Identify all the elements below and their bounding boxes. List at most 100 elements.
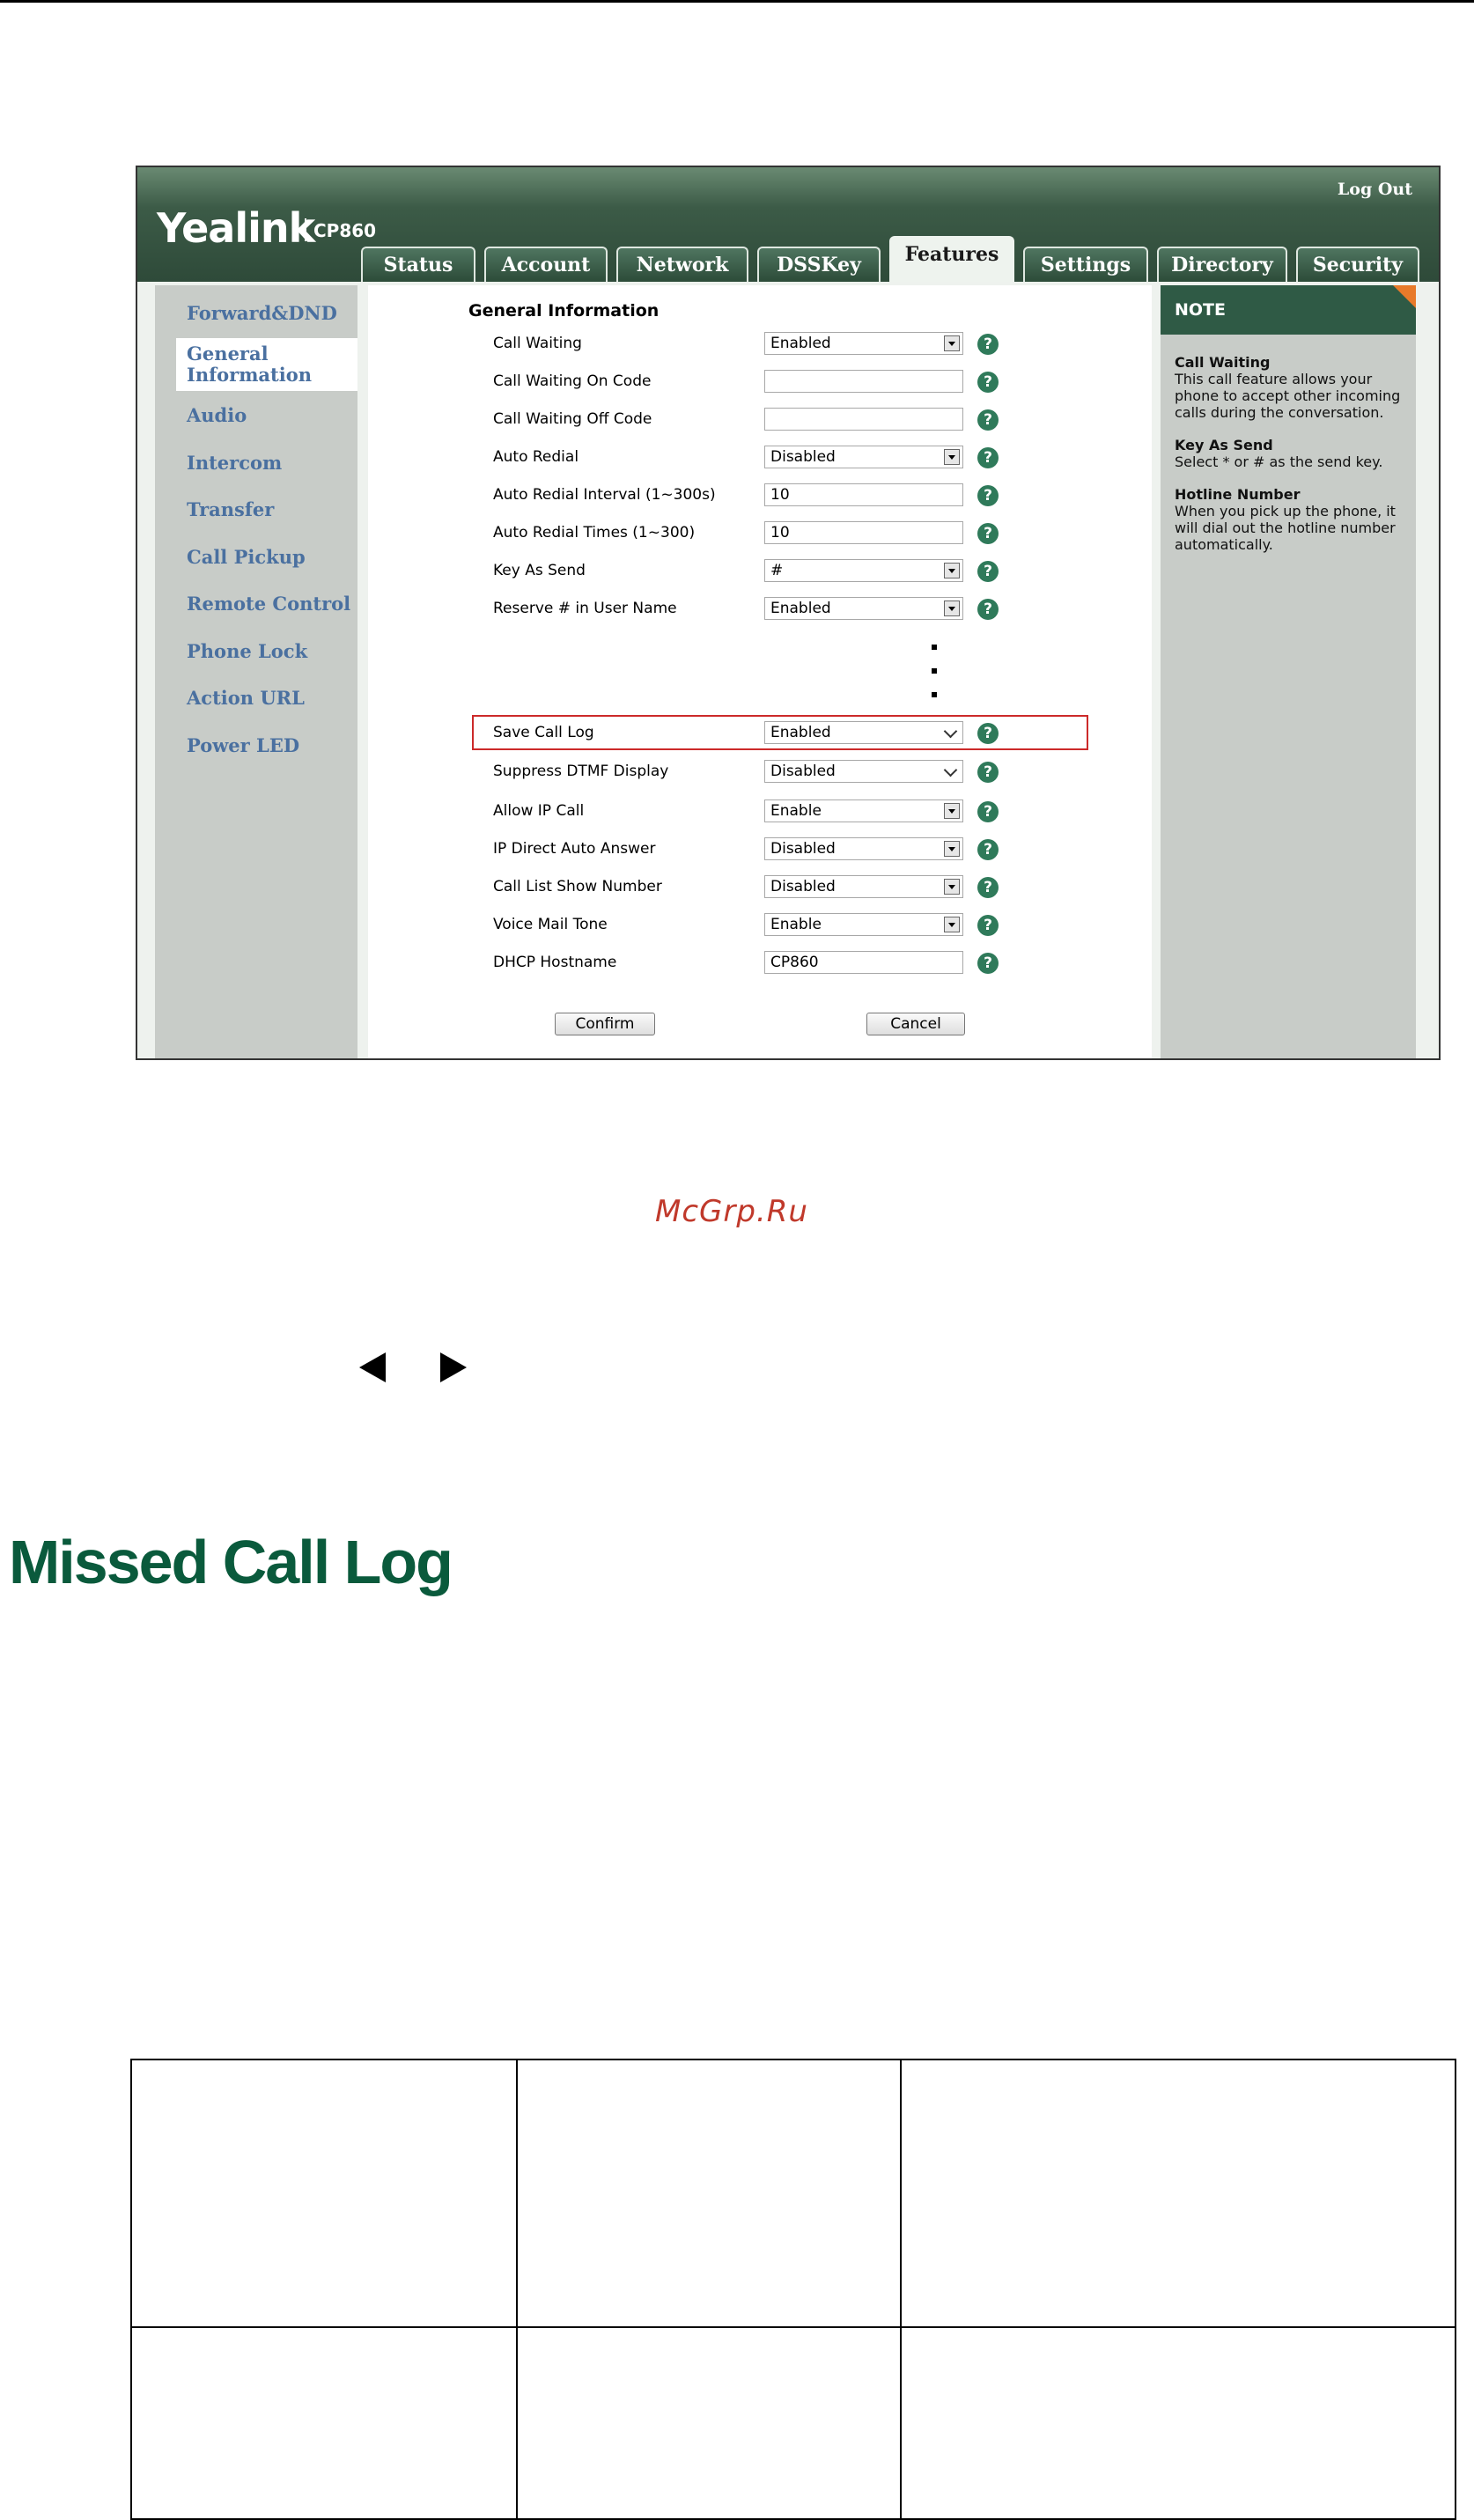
note-body: Call Waiting This call feature allows yo…: [1175, 354, 1412, 569]
sidebar: Forward&DND General Information Audio In…: [155, 285, 357, 1058]
call-waiting-on-code-input[interactable]: [764, 370, 963, 393]
table-row: [130, 2326, 1456, 2520]
allow-ip-call-select[interactable]: Enable: [764, 799, 963, 822]
reserve-hash-select[interactable]: Enabled: [764, 597, 963, 620]
sidebar-item-power-led[interactable]: Power LED: [187, 735, 363, 756]
vertical-ellipsis-icon: [932, 645, 939, 716]
row-label: Auto Redial: [493, 448, 579, 466]
web-ui-screenshot: Yealink CP860 Log Out Status Account Net…: [136, 166, 1441, 1060]
row-label: Save Call Log: [493, 724, 594, 741]
logout-link[interactable]: Log Out: [1338, 180, 1412, 199]
help-icon[interactable]: ?: [977, 723, 999, 744]
table-cell: [516, 2326, 902, 2520]
tab-network[interactable]: Network: [616, 247, 748, 282]
sidebar-item-audio[interactable]: Audio: [187, 405, 363, 426]
settings-content: General Information Call Waiting Enabled…: [368, 285, 1152, 1058]
auto-redial-times-input[interactable]: 10: [764, 521, 963, 544]
select-value: Disabled: [770, 840, 836, 858]
left-arrow-icon: [359, 1352, 386, 1382]
help-icon[interactable]: ?: [977, 762, 999, 783]
dropdown-arrow-icon: [944, 803, 960, 819]
confirm-button[interactable]: Confirm: [555, 1013, 655, 1035]
row-label: Allow IP Call: [493, 802, 585, 820]
sidebar-item-action-url[interactable]: Action URL: [187, 688, 363, 709]
page-top-rule: [0, 0, 1474, 3]
note-item-title: Key As Send: [1175, 437, 1273, 453]
call-list-show-number-select[interactable]: Disabled: [764, 875, 963, 898]
note-title: NOTE: [1161, 285, 1416, 335]
save-call-log-select[interactable]: Enabled: [764, 721, 963, 744]
row-label: Key As Send: [493, 562, 586, 579]
ip-direct-auto-answer-select[interactable]: Disabled: [764, 837, 963, 860]
dhcp-hostname-input[interactable]: CP860: [764, 951, 963, 974]
help-icon[interactable]: ?: [977, 523, 999, 544]
dropdown-arrow-icon: [944, 917, 960, 932]
row-label: Auto Redial Interval (1~300s): [493, 486, 716, 504]
row-label: DHCP Hostname: [493, 954, 617, 971]
note-item-text: Select * or # as the send key.: [1175, 453, 1383, 470]
voice-mail-tone-select[interactable]: Enable: [764, 913, 963, 936]
dropdown-arrow-icon: [944, 841, 960, 857]
note-corner-icon: [1393, 285, 1416, 308]
dropdown-arrow-icon: [944, 335, 960, 351]
auto-redial-interval-input[interactable]: 10: [764, 483, 963, 506]
watermark: McGrp.Ru: [655, 1194, 808, 1229]
select-value: Enabled: [770, 335, 831, 352]
table-cell: [130, 2059, 518, 2328]
help-icon[interactable]: ?: [977, 877, 999, 898]
table-cell: [516, 2059, 902, 2328]
sidebar-item-remote-control[interactable]: Remote Control: [187, 593, 363, 615]
help-icon[interactable]: ?: [977, 801, 999, 822]
note-panel: NOTE Call Waiting This call feature allo…: [1161, 285, 1416, 1058]
help-icon[interactable]: ?: [977, 485, 999, 506]
note-item-text: When you pick up the phone, it will dial…: [1175, 503, 1396, 553]
sidebar-item-phone-lock[interactable]: Phone Lock: [187, 641, 363, 662]
help-icon[interactable]: ?: [977, 915, 999, 936]
note-item-title: Hotline Number: [1175, 486, 1301, 503]
chevron-down-icon: [943, 724, 958, 739]
help-icon[interactable]: ?: [977, 839, 999, 860]
key-as-send-select[interactable]: #: [764, 559, 963, 582]
help-icon[interactable]: ?: [977, 561, 999, 582]
help-icon[interactable]: ?: [977, 372, 999, 393]
sidebar-item-transfer[interactable]: Transfer: [187, 499, 363, 520]
row-label: Voice Mail Tone: [493, 916, 608, 933]
table-cell: [900, 2326, 1456, 2520]
tab-security[interactable]: Security: [1296, 247, 1419, 282]
call-waiting-select[interactable]: Enabled: [764, 332, 963, 355]
help-icon[interactable]: ?: [977, 334, 999, 355]
tab-directory[interactable]: Directory: [1157, 247, 1287, 282]
select-value: Enable: [770, 802, 822, 820]
sidebar-item-general-information[interactable]: General Information: [176, 338, 357, 391]
row-label: Suppress DTMF Display: [493, 763, 669, 780]
help-icon[interactable]: ?: [977, 599, 999, 620]
help-icon[interactable]: ?: [977, 447, 999, 468]
tab-status[interactable]: Status: [361, 247, 475, 282]
help-icon[interactable]: ?: [977, 409, 999, 431]
ui-body: Forward&DND General Information Audio In…: [137, 282, 1439, 1058]
auto-redial-select[interactable]: Disabled: [764, 446, 963, 468]
yealink-logo: Yealink: [157, 204, 315, 252]
right-arrow-icon: [440, 1352, 467, 1382]
select-value: Disabled: [770, 763, 836, 780]
note-item-title: Call Waiting: [1175, 354, 1271, 371]
section-heading: Missed Call Log: [9, 1528, 453, 1596]
sidebar-item-forward-dnd[interactable]: Forward&DND: [187, 303, 363, 324]
select-value: #: [770, 562, 784, 579]
sidebar-item-call-pickup[interactable]: Call Pickup: [187, 547, 363, 568]
select-value: Enable: [770, 916, 822, 933]
sidebar-item-intercom[interactable]: Intercom: [187, 453, 363, 474]
note-item-text: This call feature allows your phone to a…: [1175, 371, 1401, 421]
tab-settings[interactable]: Settings: [1023, 247, 1148, 282]
tab-dsskey[interactable]: DSSKey: [757, 247, 881, 282]
suppress-dtmf-select[interactable]: Disabled: [764, 760, 963, 783]
cancel-button[interactable]: Cancel: [866, 1013, 965, 1035]
help-icon[interactable]: ?: [977, 953, 999, 974]
table-cell: [900, 2059, 1456, 2328]
model-label: CP860: [305, 218, 376, 241]
tab-account[interactable]: Account: [484, 247, 608, 282]
doc-table: [130, 2059, 1456, 2520]
call-waiting-off-code-input[interactable]: [764, 408, 963, 431]
select-value: Enabled: [770, 600, 831, 617]
tab-features[interactable]: Features: [889, 236, 1014, 285]
